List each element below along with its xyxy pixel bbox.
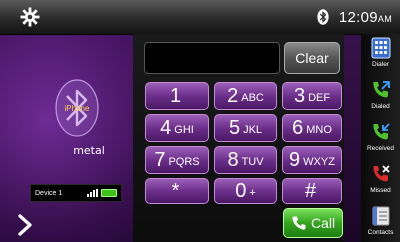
key-5[interactable]: 5 JKL (214, 114, 277, 142)
device-name: metal (73, 144, 105, 157)
keypad-panel: Clear 1 2 ABC 3 DEF 4 GHI 5 JKL 6 MNO 7 PQRS 8… (133, 34, 344, 242)
nav-label: Received (366, 145, 395, 152)
phone-icon (292, 216, 306, 230)
key-8[interactable]: 8 TUV (214, 146, 277, 174)
nav-label: Dialed (371, 103, 390, 110)
phone-nav-bar: Dialer Dialed Received Missed Contacts (361, 34, 400, 242)
device-slot: Device 1 (35, 189, 63, 197)
nav-dialer[interactable]: Dialer (361, 34, 400, 74)
nav-dialed[interactable]: Dialed (361, 76, 400, 116)
key-2[interactable]: 2 ABC (214, 82, 277, 110)
contacts-icon (372, 206, 390, 226)
nav-contacts[interactable]: Contacts (361, 202, 400, 242)
settings-gear-icon[interactable] (20, 7, 40, 27)
received-icon (373, 123, 390, 140)
key-7[interactable]: 7 PQRS (145, 146, 209, 174)
dial-display[interactable] (144, 42, 280, 74)
key-letters: WXYZ (303, 156, 335, 168)
bt-device-label: iPhone (65, 104, 90, 113)
key-0[interactable]: 0 + (214, 178, 277, 204)
key-digit: * (171, 179, 180, 202)
key-3[interactable]: 3 DEF (282, 82, 342, 110)
key-letters: + (249, 187, 256, 199)
clock-time: 12:09 (338, 8, 378, 26)
key-digit: 1 (169, 84, 182, 107)
key-digit: 7 (154, 148, 166, 171)
nav-received[interactable]: Received (361, 118, 400, 158)
clock: 12:09AM (339, 9, 392, 26)
key-digit: 9 (289, 148, 301, 171)
key-1[interactable]: 1 (145, 82, 209, 110)
key-digit: 0 (235, 179, 247, 202)
nav-label: Missed (370, 187, 391, 194)
key-4[interactable]: 4 GHI (145, 114, 209, 142)
device-panel: iPhone metal Device 1 (0, 34, 132, 242)
call-button[interactable]: Call (283, 208, 343, 238)
key-letters: ABC (241, 92, 264, 104)
clock-ampm: AM (377, 13, 392, 24)
dialed-icon (373, 81, 390, 98)
key-letters: GHI (174, 124, 194, 136)
key-digit: 8 (227, 148, 239, 171)
key-letters: JKL (243, 124, 263, 136)
key-9[interactable]: 9 WXYZ (282, 146, 342, 174)
key-digit: 6 (292, 116, 304, 139)
bluetooth-icon (317, 9, 329, 25)
call-label: Call (310, 215, 336, 231)
key-letters: DEF (308, 92, 331, 104)
key-digit: # (304, 179, 317, 202)
clear-button[interactable]: Clear (284, 42, 340, 74)
key-digit: 3 (293, 84, 306, 107)
missed-icon (373, 165, 390, 182)
dialer-icon (371, 37, 391, 59)
status-area: 12:09AM (317, 8, 392, 26)
key-digit: 4 (160, 116, 172, 139)
device-signal (87, 189, 117, 197)
key-digit: 2 (227, 84, 239, 107)
battery-icon (101, 189, 117, 197)
nav-label: Dialer (372, 61, 389, 68)
key-letters: TUV (241, 156, 264, 168)
key-star[interactable]: * (145, 178, 209, 204)
bluetooth-device-icon: iPhone (55, 79, 99, 137)
signal-bars-icon (87, 189, 98, 197)
key-digit: 5 (228, 116, 241, 139)
key-hash[interactable]: # (282, 178, 342, 204)
key-letters: MNO (306, 124, 332, 136)
device-status-strip[interactable]: Device 1 (30, 184, 122, 202)
phone-screen: 12:09AM iPhone metal Device 1 Clear 1 2 … (0, 0, 400, 242)
nav-label: Contacts (367, 229, 394, 236)
chevron-right-icon[interactable] (14, 212, 36, 238)
nav-missed[interactable]: Missed (361, 160, 400, 200)
key-letters: PQRS (168, 156, 200, 168)
top-status-bar: 12:09AM (0, 0, 400, 35)
key-6[interactable]: 6 MNO (282, 114, 342, 142)
